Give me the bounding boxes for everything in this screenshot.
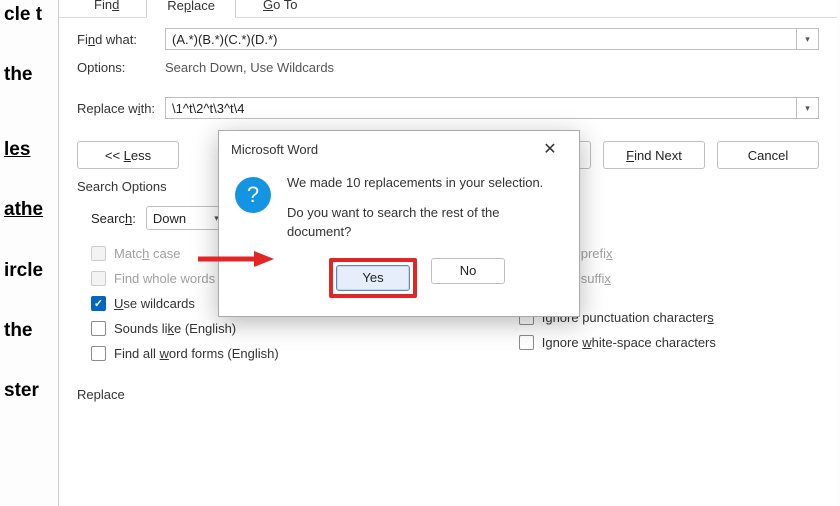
find-history-dropdown[interactable]: ▾ xyxy=(797,28,819,50)
replace-history-dropdown[interactable]: ▾ xyxy=(797,97,819,119)
tab-bar: Find Replace Go To xyxy=(59,0,837,18)
ignore-ws-checkbox[interactable] xyxy=(519,335,534,350)
match-case-label: Match case xyxy=(114,246,180,261)
word-forms-label: Find all word forms (English) xyxy=(114,346,279,361)
chevron-down-icon: ▾ xyxy=(805,103,810,114)
document-background-text: cle t the les athe ircle the ster xyxy=(0,0,56,500)
search-direction-label: Search: xyxy=(91,211,136,226)
use-wildcards-label: Use wildcards xyxy=(114,296,195,311)
close-icon: ✕ xyxy=(543,139,556,159)
replace-with-label: Replace with: xyxy=(77,101,165,116)
word-forms-checkbox[interactable] xyxy=(91,346,106,361)
sounds-like-checkbox[interactable] xyxy=(91,321,106,336)
whole-words-checkbox xyxy=(91,271,106,286)
search-direction-select[interactable]: Down ▾ xyxy=(146,206,226,230)
ignore-ws-label: Ignore white-space characters xyxy=(542,335,716,350)
use-wildcards-checkbox[interactable]: ✓ xyxy=(91,296,106,311)
find-what-input[interactable]: (A.*)(B.*)(C.*)(D.*) xyxy=(165,28,797,50)
sounds-like-label: Sounds like (English) xyxy=(114,321,236,336)
replace-section-title: Replace xyxy=(77,387,819,402)
yes-highlight: Yes xyxy=(329,258,417,298)
tab-replace[interactable]: Replace xyxy=(146,0,236,18)
options-label: Options: xyxy=(77,60,165,75)
cancel-button[interactable]: Cancel xyxy=(717,141,819,169)
less-button[interactable]: << Less xyxy=(77,141,179,169)
yes-button[interactable]: Yes xyxy=(336,265,410,291)
modal-title: Microsoft Word xyxy=(231,142,318,157)
question-icon: ? xyxy=(235,177,271,213)
modal-close-button[interactable]: ✕ xyxy=(531,137,569,161)
options-value: Search Down, Use Wildcards xyxy=(165,60,334,75)
tab-goto[interactable]: Go To xyxy=(242,0,318,17)
replacements-modal: Microsoft Word ✕ ? We made 10 replacemen… xyxy=(218,130,580,317)
tab-find[interactable]: Find xyxy=(73,0,140,17)
no-button[interactable]: No xyxy=(431,258,505,284)
chevron-down-icon: ▾ xyxy=(805,34,810,45)
modal-message-line2: Do you want to search the rest of the do… xyxy=(287,203,563,242)
modal-message-line1: We made 10 replacements in your selectio… xyxy=(287,173,563,193)
replace-with-input[interactable]: \1^t\2^t\3^t\4 xyxy=(165,97,797,119)
find-what-label: Find what: xyxy=(77,32,165,47)
match-case-checkbox xyxy=(91,246,106,261)
find-next-button[interactable]: Find Next xyxy=(603,141,705,169)
